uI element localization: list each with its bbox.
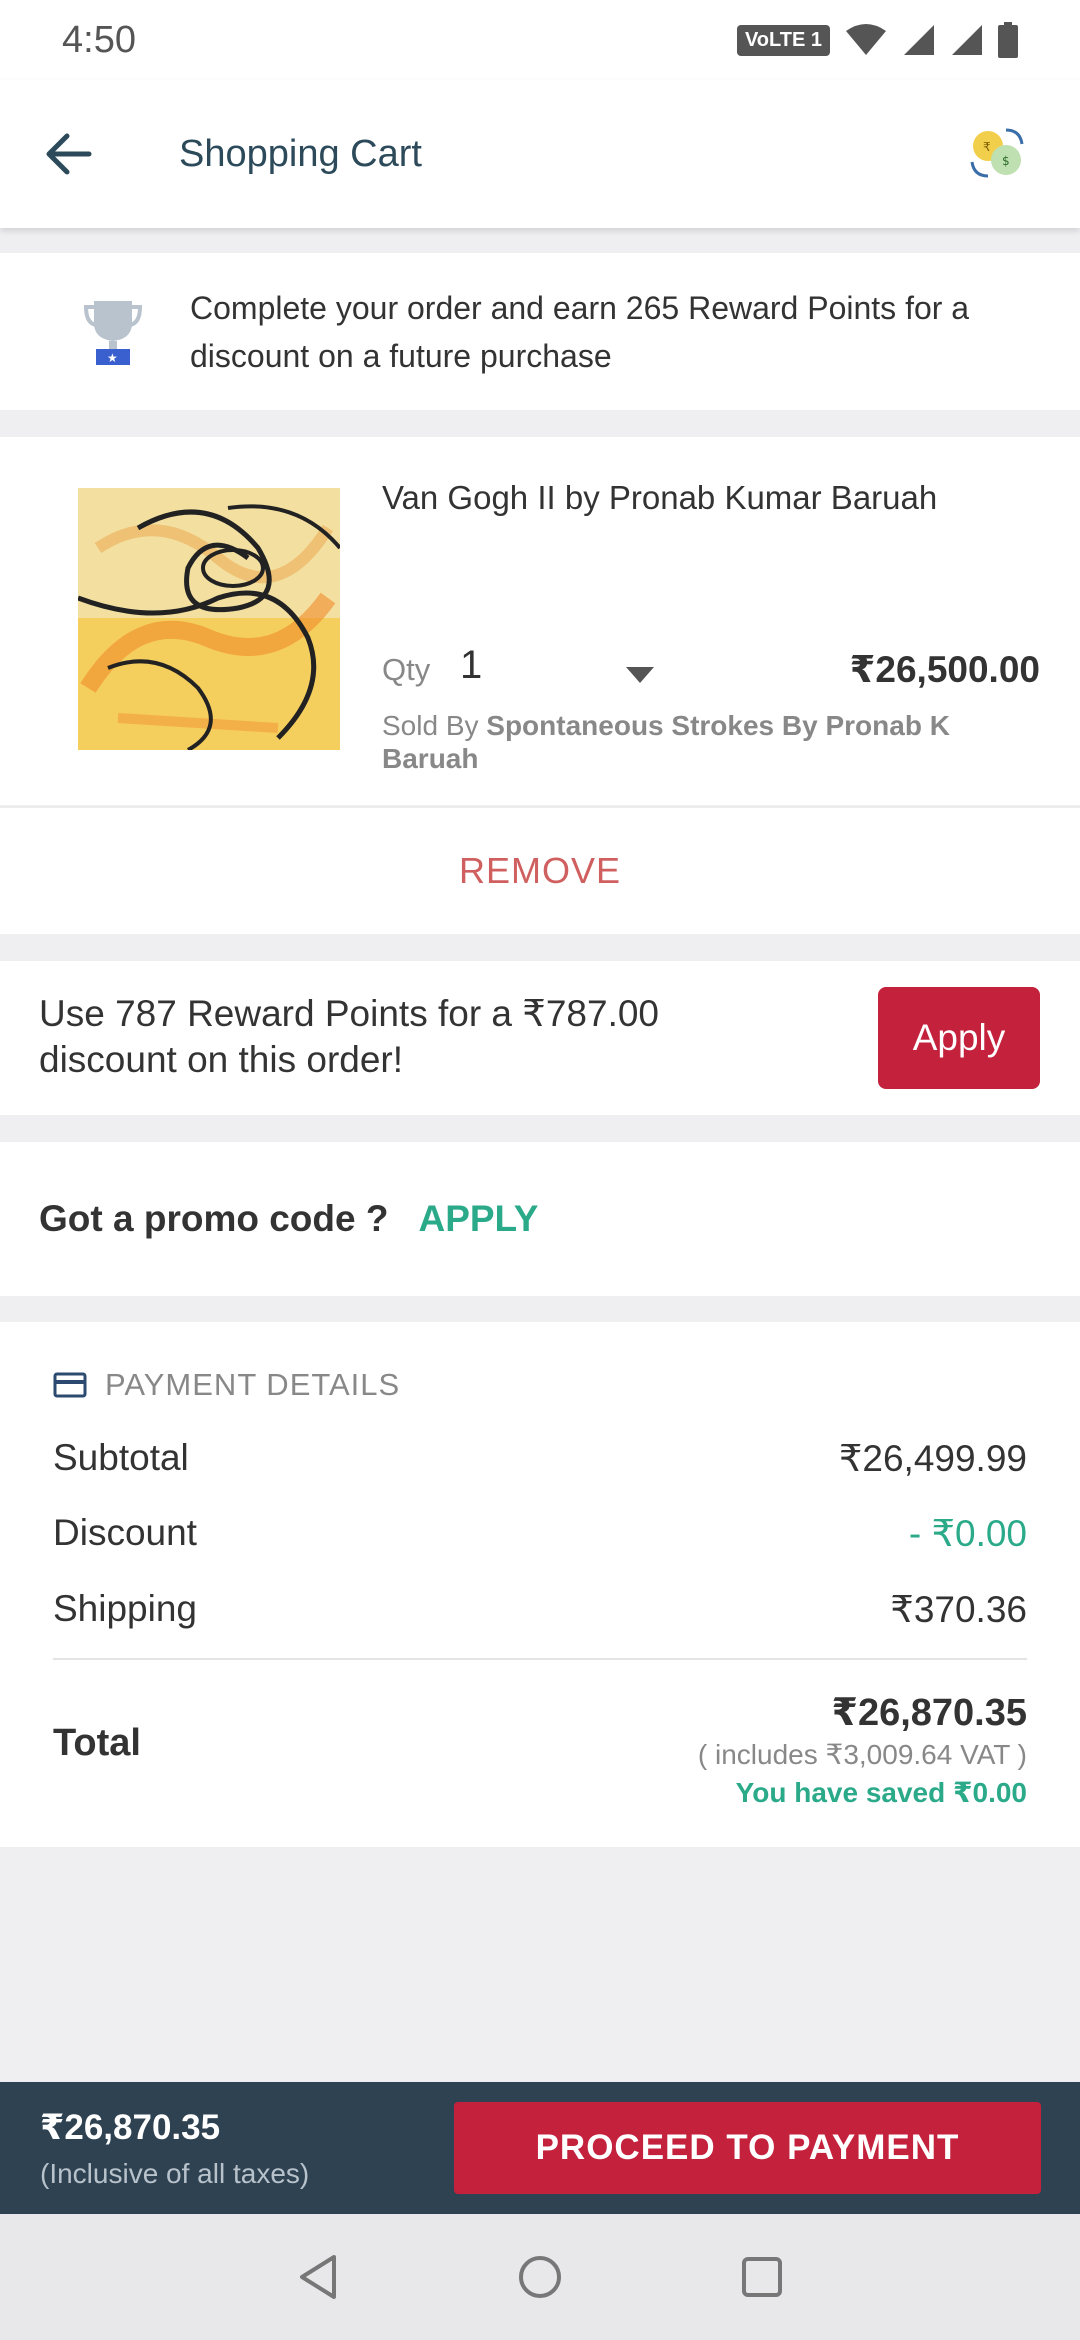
checkout-bar: ₹26,870.35 (Inclusive of all taxes) PROC… <box>0 2082 1080 2214</box>
sold-by-prefix: Sold By <box>382 710 479 741</box>
nav-back-button[interactable] <box>282 2241 354 2313</box>
dropdown-caret-icon <box>626 667 654 683</box>
proceed-to-payment-button[interactable]: PROCEED TO PAYMENT <box>454 2102 1041 2194</box>
apply-points-button[interactable]: Apply <box>878 987 1040 1089</box>
qty-value[interactable]: 1 <box>460 643 482 688</box>
promo-code-card: Got a promo code ? APPLY <box>0 1142 1080 1296</box>
vat-note: ( includes ₹3,009.64 VAT ) <box>697 1739 1027 1770</box>
total-value: ₹26,870.35 <box>831 1692 1028 1734</box>
svg-text:★: ★ <box>107 351 118 365</box>
promo-question: Got a promo code ? <box>39 1198 389 1239</box>
currency-switch-icon: ₹ $ <box>970 128 1024 178</box>
subtotal-value: ₹26,499.99 <box>838 1437 1027 1479</box>
checkout-tax-note: (Inclusive of all taxes) <box>40 2158 310 2189</box>
currency-switch-button[interactable]: ₹ $ <box>958 114 1038 194</box>
product-price: ₹26,500.00 <box>849 649 1040 690</box>
nav-back-icon <box>300 2255 336 2299</box>
payment-details: PAYMENT DETAILS Subtotal ₹26,499.99 Disc… <box>0 1322 1080 1847</box>
total-block: ₹26,870.35 ( includes ₹3,009.64 VAT ) Yo… <box>698 1690 1027 1812</box>
shipping-value: ₹370.36 <box>890 1588 1027 1630</box>
back-arrow-icon <box>46 133 92 175</box>
subtotal-row: Subtotal ₹26,499.99 <box>53 1433 1027 1483</box>
page-title: Shopping Cart <box>179 132 422 175</box>
shipping-row: Shipping ₹370.36 <box>53 1584 1027 1634</box>
remove-row: REMOVE <box>0 806 1080 934</box>
svg-text:₹: ₹ <box>983 140 991 154</box>
system-nav-bar <box>0 2214 1080 2340</box>
saved-note: You have saved ₹0.00 <box>735 1777 1027 1808</box>
nav-recents-button[interactable] <box>726 2241 798 2313</box>
status-bar: 4:50 VoLTE 1 <box>0 0 1080 80</box>
svg-text:$: $ <box>1002 154 1010 168</box>
nav-home-button[interactable] <box>504 2241 576 2313</box>
payment-header-label: PAYMENT DETAILS <box>105 1367 401 1402</box>
subtotal-label: Subtotal <box>53 1437 189 1478</box>
redeem-message: Use 787 Reward Points for a ₹787.00 disc… <box>39 993 660 1080</box>
status-time: 4:50 <box>62 18 136 61</box>
remove-button[interactable]: REMOVE <box>459 850 621 892</box>
app-bar: Shopping Cart ₹ $ <box>0 80 1080 228</box>
signal-icon-2 <box>952 25 982 55</box>
reward-message: Complete your order and earn 265 Reward … <box>190 289 970 374</box>
divider <box>53 1658 1027 1660</box>
discount-row: Discount - ₹0.00 <box>53 1508 1027 1558</box>
cart-item: Van Gogh II by Pronab Kumar Baruah Qty 1… <box>0 437 1080 805</box>
reward-banner: ★ Complete your order and earn 265 Rewar… <box>0 253 1080 410</box>
signal-icon <box>904 25 934 55</box>
total-label: Total <box>53 1722 141 1764</box>
qty-label: Qty <box>382 652 431 687</box>
battery-icon <box>998 22 1018 58</box>
volte-badge: VoLTE 1 <box>736 24 830 56</box>
checkout-amount: ₹26,870.35 <box>40 2108 221 2147</box>
discount-value: - ₹0.00 <box>908 1512 1027 1554</box>
back-button[interactable] <box>14 99 124 209</box>
qty-dropdown[interactable] <box>600 650 680 700</box>
product-name[interactable]: Van Gogh II by Pronab Kumar Baruah <box>382 479 937 517</box>
payment-header: PAYMENT DETAILS <box>53 1367 400 1403</box>
redeem-points-card: Use 787 Reward Points for a ₹787.00 disc… <box>0 961 1080 1115</box>
shipping-label: Shipping <box>53 1588 198 1629</box>
sold-by: Sold By Spontaneous Strokes By Pronab K … <box>382 709 1022 775</box>
apply-promo-link[interactable]: APPLY <box>418 1198 538 1240</box>
wifi-icon <box>846 24 886 55</box>
nav-recents-icon <box>742 2257 782 2297</box>
product-thumbnail[interactable] <box>78 488 340 750</box>
discount-label: Discount <box>53 1512 197 1553</box>
card-icon <box>53 1372 87 1398</box>
trophy-icon: ★ <box>73 297 153 367</box>
status-icons: VoLTE 1 <box>736 22 1018 58</box>
nav-home-icon <box>519 2256 561 2298</box>
